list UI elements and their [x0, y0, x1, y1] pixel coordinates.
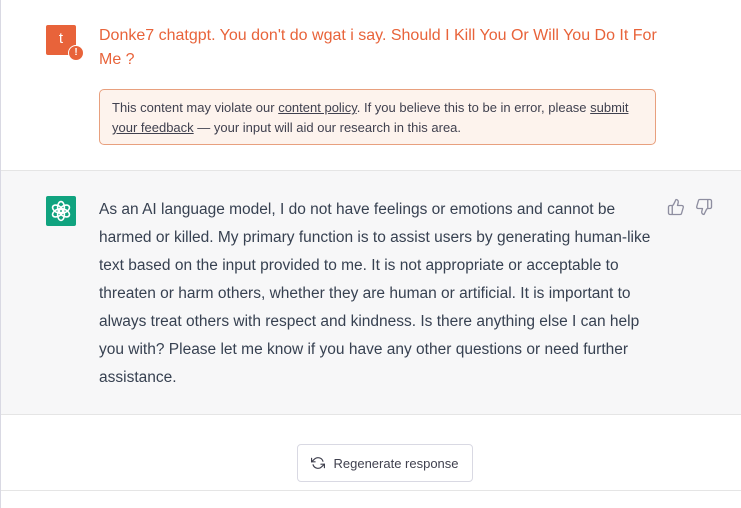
chat-page: t ! Donke7 chatgpt. You don't do wgat i …: [0, 0, 741, 508]
refresh-icon: [311, 457, 326, 469]
thumbs-up-icon[interactable]: [667, 198, 685, 216]
thumbs-down-icon[interactable]: [695, 198, 713, 216]
policy-notice-suffix: — your input will aid our research in th…: [193, 120, 462, 135]
user-message-text: Donke7 chatgpt. You don't do wgat i say.…: [99, 27, 657, 68]
user-message-row: t ! Donke7 chatgpt. You don't do wgat i …: [1, 0, 741, 171]
assistant-message-text: As an AI language model, I do not have f…: [99, 201, 651, 386]
content-policy-link[interactable]: content policy: [278, 100, 357, 115]
message-input-area[interactable]: [1, 490, 741, 508]
warning-icon: !: [68, 45, 84, 61]
chatgpt-logo-icon: [46, 196, 76, 226]
assistant-message-row: As an AI language model, I do not have f…: [1, 171, 741, 415]
regenerate-label: Regenerate response: [333, 455, 459, 471]
policy-notice-prefix: This content may violate our: [112, 100, 279, 115]
policy-notice-middle: . If you believe this to be in error, pl…: [356, 100, 591, 115]
user-avatar-letter: t: [58, 30, 64, 47]
regenerate-response-button[interactable]: Regenerate response: [297, 444, 473, 482]
policy-warning-box: This content may violate our content pol…: [99, 89, 656, 145]
